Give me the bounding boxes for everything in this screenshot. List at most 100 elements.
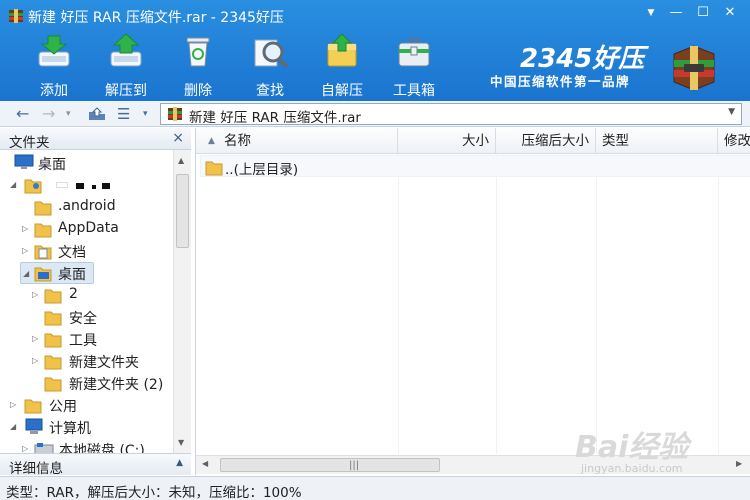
column-divider <box>718 154 719 454</box>
toolbar-extract-to-label: 解压到 <box>105 83 147 99</box>
scrollbar-thumb[interactable]: ||| <box>220 458 440 472</box>
forward-arrow-icon[interactable]: → <box>42 105 55 123</box>
folder-tree-scrollbar[interactable]: ▲ ▼ <box>173 150 191 453</box>
redacted-name-block <box>76 183 84 189</box>
column-type-header[interactable]: 类型 <box>596 128 718 154</box>
folder-icon <box>44 377 62 392</box>
column-divider <box>596 154 597 454</box>
view-dropdown-icon[interactable]: ▾ <box>143 105 148 123</box>
delete-recycle-icon <box>186 37 210 67</box>
folder-icon <box>34 223 52 238</box>
folder-icon <box>44 289 62 304</box>
rar-box-logo-icon <box>673 45 715 91</box>
row-name: ..(上层目录) <box>225 162 299 178</box>
redacted-name-block <box>56 182 68 188</box>
title-bar: 新建 好压 RAR 压缩文件.rar - 2345好压 ▼ — ☐ ✕ <box>0 0 750 32</box>
column-divider <box>398 154 399 454</box>
status-bar: 类型：RAR，解压后大小：未知，压缩比：100% <box>0 476 750 500</box>
toolbar-add-label: 添加 <box>40 83 68 99</box>
folder-icon <box>34 201 52 216</box>
tree-item-desktop-selected[interactable]: ◢ 桌面 <box>20 262 94 284</box>
watermark-url: jingyan.baidu.com <box>581 462 683 475</box>
sort-ascending-icon: ▲ <box>208 136 215 146</box>
minimize-button[interactable]: — <box>665 4 687 22</box>
brand-slogan: 中国压缩软件第一品牌 <box>490 74 631 89</box>
toolbar-toolbox-button[interactable]: 工具箱 <box>383 30 445 99</box>
toolbox-icon <box>398 38 430 67</box>
details-panel-title: 详细信息 <box>9 461 63 477</box>
address-dropdown-icon[interactable]: ▼ <box>728 107 735 117</box>
chevron-up-icon[interactable]: ▲ <box>176 458 183 468</box>
expanded-arrow-icon[interactable]: ◢ <box>10 422 16 431</box>
file-list-header: ▲ 名称 大小 压缩后大小 类型 修改 <box>196 128 750 154</box>
user-folder-icon <box>24 179 42 194</box>
documents-icon <box>34 245 52 260</box>
desktop-icon <box>14 154 34 169</box>
toolbar-delete-label: 删除 <box>184 83 212 99</box>
window-title: 新建 好压 RAR 压缩文件.rar - 2345好压 <box>28 10 284 26</box>
collapsed-arrow-icon[interactable]: ▷ <box>10 400 16 409</box>
toolbar-delete-button[interactable]: 删除 <box>167 30 229 99</box>
collapsed-arrow-icon[interactable]: ▷ <box>22 224 28 233</box>
scroll-left-icon[interactable]: ◀ <box>202 459 208 468</box>
collapsed-arrow-icon[interactable]: ▷ <box>32 290 38 299</box>
column-packed-size-header[interactable]: 压缩后大小 <box>496 128 596 154</box>
address-path: 新建 好压 RAR 压缩文件.rar <box>189 110 361 126</box>
folder-panel-title: 文件夹 <box>9 135 50 151</box>
collapsed-arrow-icon[interactable]: ▷ <box>22 246 28 255</box>
toolbar-extract-to-button[interactable]: 解压到 <box>95 30 157 99</box>
collapsed-arrow-icon[interactable]: ▷ <box>22 444 28 453</box>
details-panel-header[interactable]: 详细信息 ▲ <box>0 453 191 477</box>
toolbar-self-extract-button[interactable]: 自解压 <box>311 30 373 99</box>
drive-icon <box>34 443 54 453</box>
redacted-name-block <box>92 185 96 189</box>
app-rar-icon <box>9 9 23 23</box>
folder-tree: 桌面 ◢ .android ▷ AppData ▷ 文档 ◢ 桌面 ▷ 2 安全… <box>0 150 173 453</box>
folder-icon <box>44 311 62 326</box>
find-magnifier-icon <box>254 39 289 69</box>
folder-icon <box>205 161 223 176</box>
back-arrow-icon[interactable]: ← <box>16 105 29 123</box>
toolbar-self-extract-label: 自解压 <box>321 83 363 99</box>
column-size-header[interactable]: 大小 <box>398 128 496 154</box>
redacted-name-block <box>102 183 110 189</box>
scrollbar-grip-icon: ||| <box>349 460 360 471</box>
baidu-watermark: Bai经验 jingyan.baidu.com <box>565 422 740 478</box>
column-name-header[interactable]: ▲ 名称 <box>196 128 398 154</box>
brand-name: 2345好压 <box>520 44 645 74</box>
desktop-icon <box>34 267 52 282</box>
brand-logo: 2345好压 中国压缩软件第一品牌 <box>490 36 690 96</box>
collapsed-arrow-icon[interactable]: ▷ <box>32 334 38 343</box>
archive-rar-icon <box>168 107 182 121</box>
scroll-up-icon[interactable]: ▲ <box>178 156 184 165</box>
folder-icon <box>44 355 62 370</box>
scrollbar-thumb[interactable] <box>176 174 189 248</box>
watermark-logo-text: Bai经验 <box>575 430 689 465</box>
scroll-down-icon[interactable]: ▼ <box>178 438 184 447</box>
expanded-arrow-icon[interactable]: ◢ <box>23 269 29 278</box>
menu-dropdown-button[interactable]: ▼ <box>640 4 662 22</box>
toolbar-add-button[interactable]: 添加 <box>23 30 85 99</box>
collapsed-arrow-icon[interactable]: ▷ <box>32 356 38 365</box>
status-text: 类型：RAR，解压后大小：未知，压缩比：100% <box>6 485 302 500</box>
column-modified-header[interactable]: 修改 <box>718 128 750 154</box>
table-row[interactable]: ..(上层目录) <box>200 155 750 178</box>
column-divider <box>496 154 497 454</box>
toolbar-find-button[interactable]: 查找 <box>239 30 301 99</box>
navigation-bar: ← → ▾ ☰ ▾ 新建 好压 RAR 压缩文件.rar ▼ <box>0 101 750 127</box>
address-field[interactable]: 新建 好压 RAR 压缩文件.rar ▼ <box>160 103 742 126</box>
folder-panel-header: 文件夹 × <box>0 128 191 151</box>
extract-to-icon <box>110 33 142 67</box>
self-extract-icon <box>327 33 357 67</box>
add-archive-icon <box>38 35 70 67</box>
up-level-icon[interactable] <box>88 107 106 121</box>
view-list-icon[interactable]: ☰ <box>117 105 130 123</box>
computer-icon <box>25 418 43 434</box>
maximize-button[interactable]: ☐ <box>692 4 714 22</box>
close-button[interactable]: ✕ <box>719 4 741 22</box>
folder-icon <box>44 333 62 348</box>
folder-panel-close-button[interactable]: × <box>172 130 184 146</box>
forward-dropdown-icon[interactable]: ▾ <box>66 105 71 123</box>
folder-icon <box>24 399 42 414</box>
expanded-arrow-icon[interactable]: ◢ <box>10 180 16 189</box>
